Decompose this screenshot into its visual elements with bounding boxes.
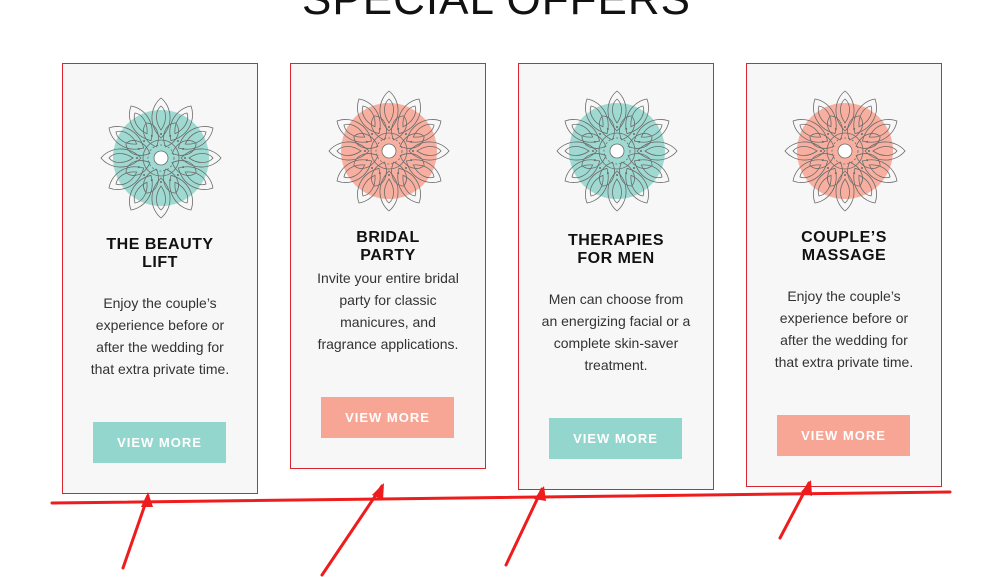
annotation-overlay bbox=[50, 480, 952, 577]
annotation-line bbox=[50, 490, 952, 505]
annotation-arrowhead bbox=[141, 492, 153, 507]
annotation-arrowhead bbox=[534, 486, 546, 501]
annotation-arrow bbox=[504, 487, 544, 567]
